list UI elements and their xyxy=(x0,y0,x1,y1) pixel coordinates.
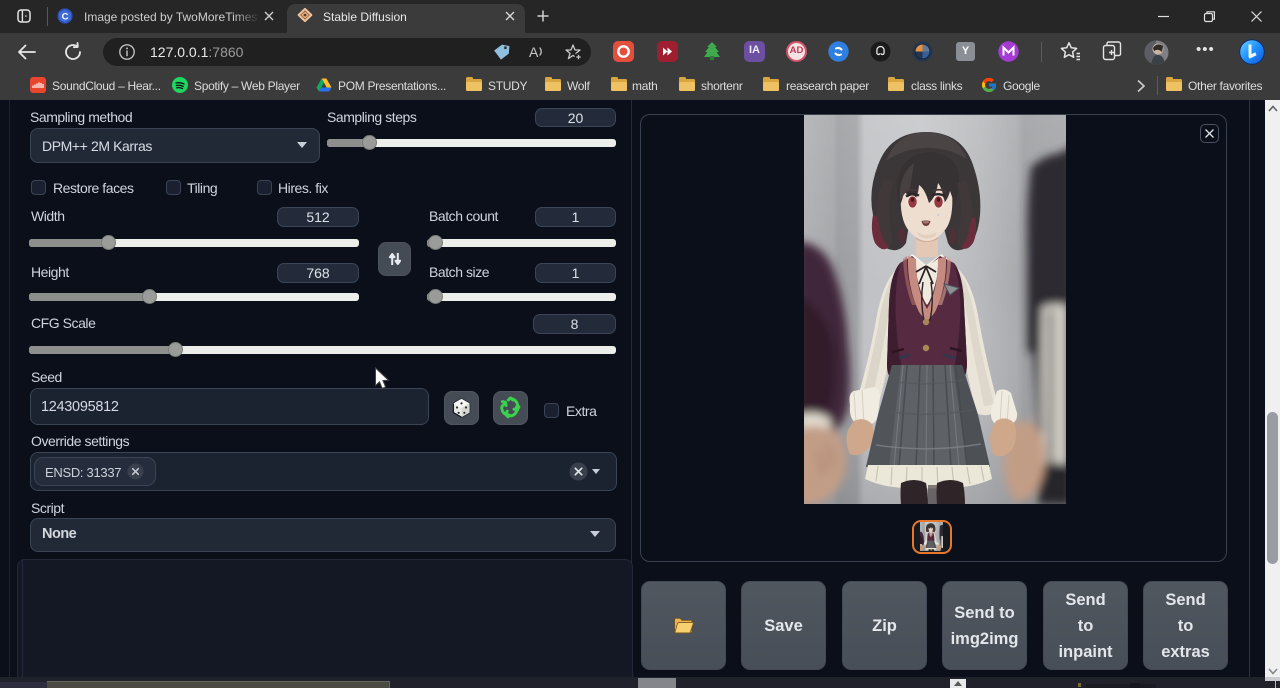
svg-text:A: A xyxy=(529,44,539,60)
svg-text:C: C xyxy=(62,11,69,22)
